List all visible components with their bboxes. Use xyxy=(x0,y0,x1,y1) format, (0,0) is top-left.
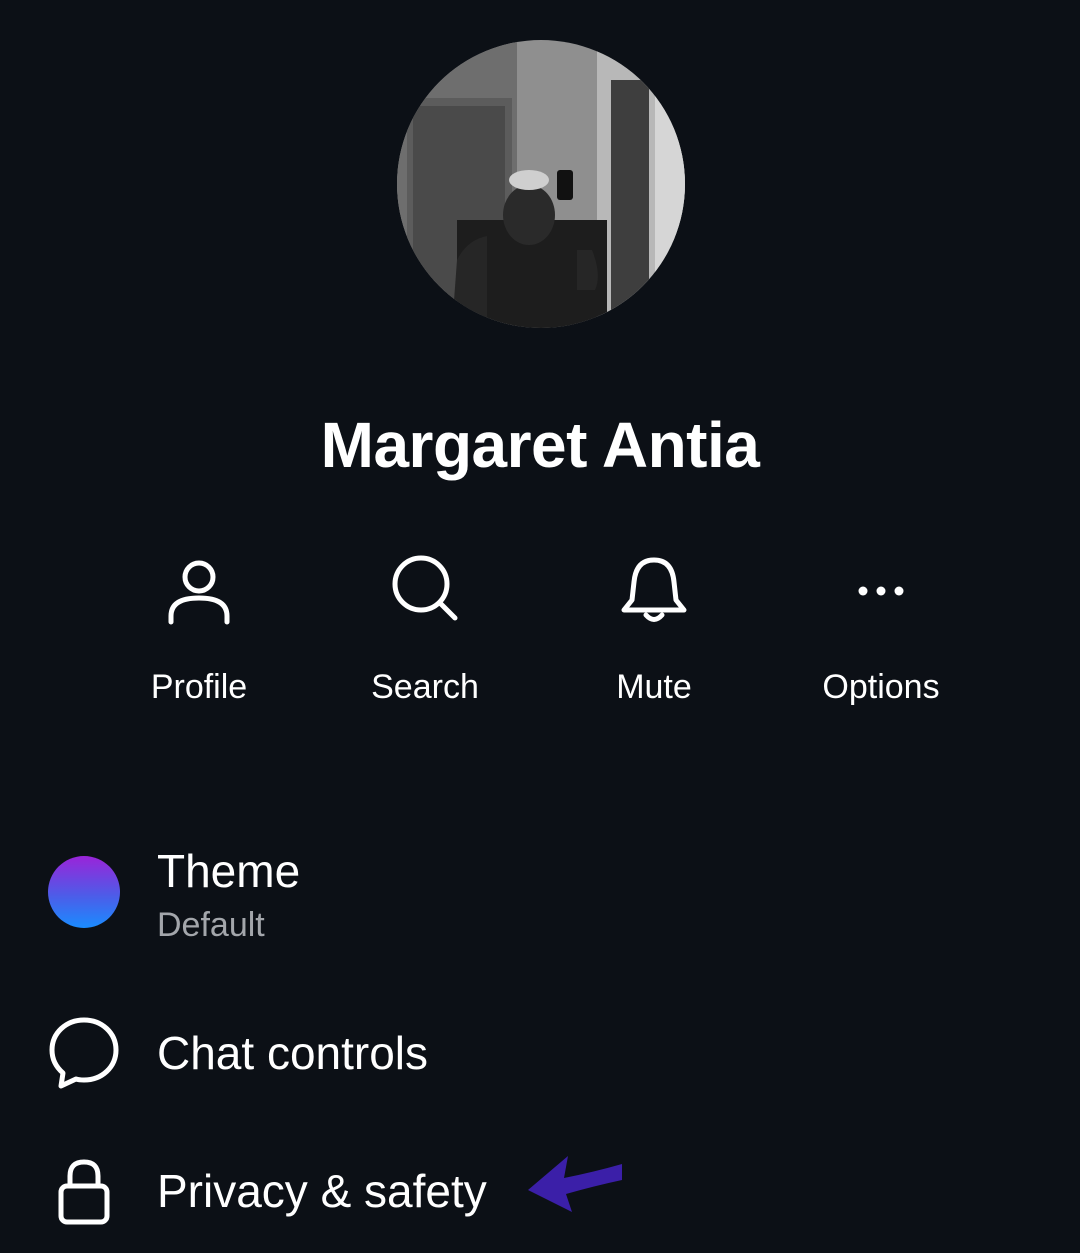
chat-bubble-icon xyxy=(49,1017,119,1089)
bell-icon xyxy=(621,557,687,622)
search-button[interactable]: Search xyxy=(325,540,525,720)
action-bar: Profile Search Mute Options xyxy=(0,540,1080,720)
mute-button[interactable]: Mute xyxy=(554,540,754,720)
theme-value: Default xyxy=(157,906,265,944)
person-icon xyxy=(168,560,230,625)
more-horizontal-icon xyxy=(858,586,904,596)
privacy-safety-title: Privacy & safety xyxy=(157,1165,487,1217)
chat-controls-setting[interactable]: Chat controls xyxy=(0,1010,1080,1100)
avatar[interactable] xyxy=(397,40,685,328)
search-label: Search xyxy=(371,668,479,706)
options-label: Options xyxy=(822,668,940,706)
lock-icon xyxy=(58,1159,110,1225)
mute-label: Mute xyxy=(616,668,692,706)
theme-color-dot xyxy=(48,856,120,928)
options-button[interactable]: Options xyxy=(781,540,981,720)
contact-name: Margaret Antia xyxy=(320,409,760,481)
profile-label: Profile xyxy=(150,668,248,706)
search-icon xyxy=(392,555,458,621)
pointer-arrow-icon xyxy=(528,1156,622,1212)
chat-controls-title: Chat controls xyxy=(157,1027,429,1079)
profile-button[interactable]: Profile xyxy=(99,540,299,720)
theme-setting[interactable]: Theme Default xyxy=(0,830,1080,960)
theme-title: Theme xyxy=(157,845,301,897)
